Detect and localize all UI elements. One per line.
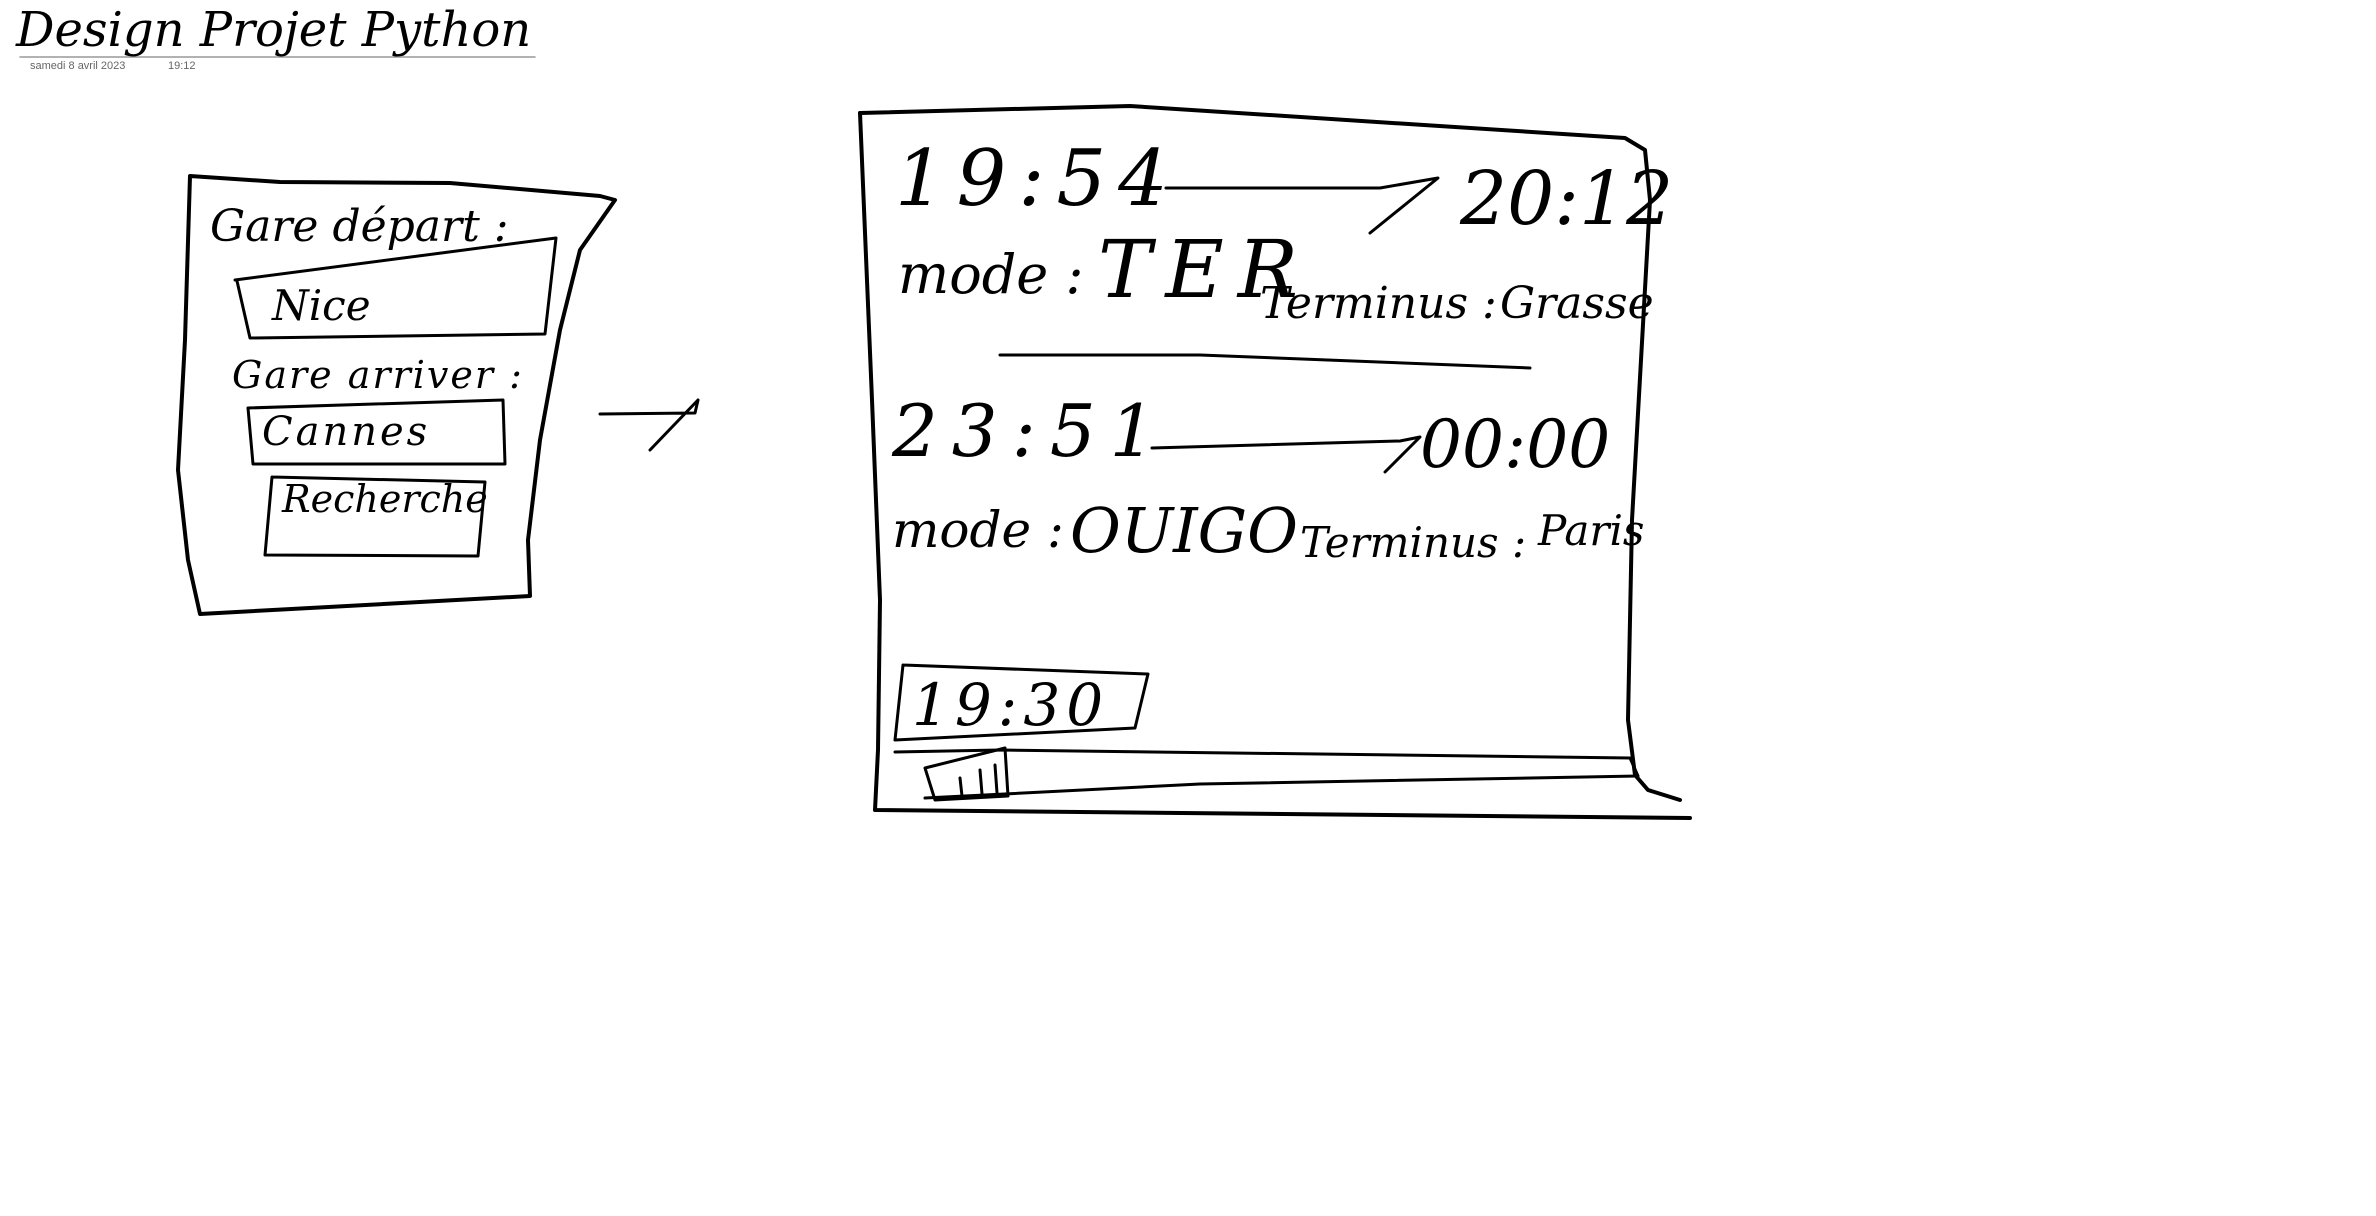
result-2-terminus-label: Terminus :	[1300, 518, 1527, 567]
page-title: Design Projet Python	[16, 2, 532, 58]
page-date: samedi 8 avril 2023	[30, 60, 126, 72]
search-button[interactable]: Recherche	[282, 480, 488, 518]
sketch-canvas	[19, 56, 1692, 820]
departure-field[interactable]: Nice	[272, 285, 371, 327]
result-2-arrival-time: 00:00	[1420, 406, 1611, 483]
page-time: 19:12	[168, 60, 196, 72]
result-1-departure-time: 19:54	[895, 134, 1180, 224]
time-selector-value[interactable]: 19:30	[912, 676, 1109, 734]
arrival-field[interactable]: Cannes	[262, 412, 430, 452]
result-2-mode: OUIGO	[1070, 494, 1298, 567]
result-1-terminus: Grasse	[1500, 278, 1654, 329]
row-separator	[998, 353, 1532, 370]
result-2-mode-label: mode :	[892, 501, 1064, 559]
arrival-label: Gare arriver :	[232, 353, 524, 397]
departure-label: Gare départ :	[210, 201, 509, 252]
row2-arrow	[1150, 435, 1422, 474]
result-2-departure-time: 23:51	[892, 389, 1170, 473]
result-2-terminus: Paris	[1538, 506, 1645, 555]
result-1-terminus-label: Terminus :	[1260, 278, 1497, 329]
result-1-mode-label: mode :	[898, 243, 1084, 306]
flow-arrow	[598, 398, 700, 452]
result-1-arrival-time: 20:12	[1460, 156, 1674, 242]
scrollbar-thumb-handle[interactable]	[925, 752, 1007, 798]
